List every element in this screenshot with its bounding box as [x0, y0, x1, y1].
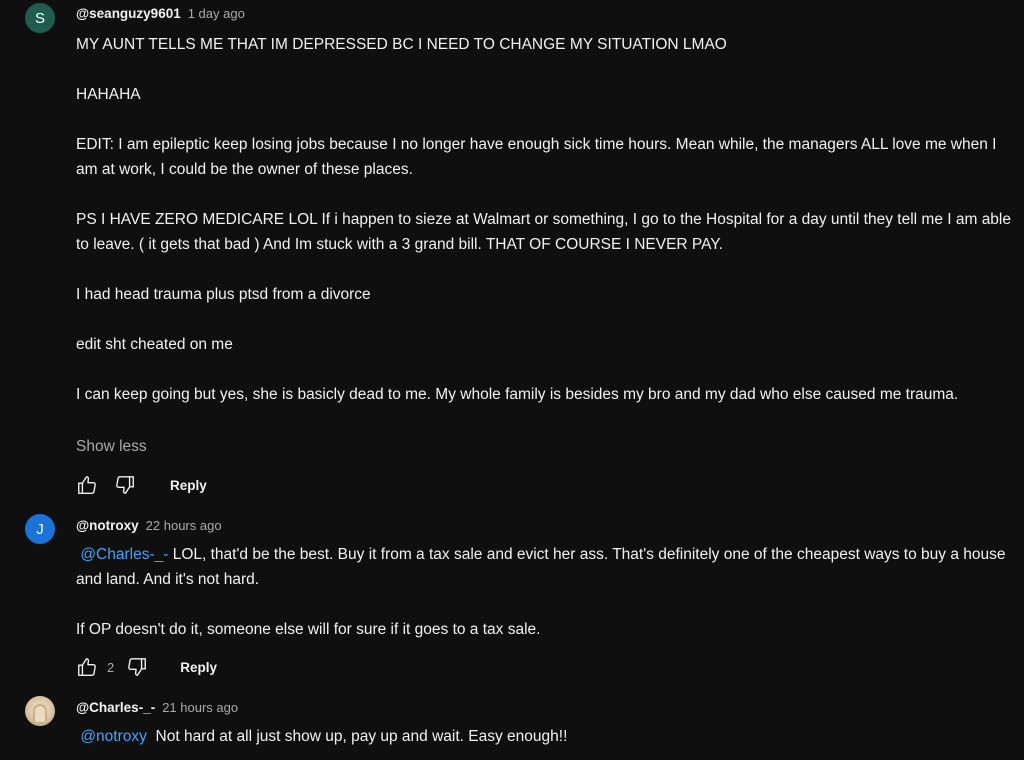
avatar-image — [33, 704, 47, 724]
avatar[interactable]: J — [25, 514, 55, 544]
avatar[interactable] — [25, 696, 55, 726]
mention-link[interactable]: @notroxy — [80, 728, 147, 745]
comment-paragraph: EDIT: I am epileptic keep losing jobs be… — [76, 136, 997, 178]
like-count: 2 — [107, 659, 115, 675]
comment-paragraph: HAHAHA — [76, 86, 141, 103]
show-less-button[interactable]: Show less — [76, 438, 147, 456]
thumbs-up-icon[interactable] — [74, 472, 100, 498]
timestamp[interactable]: 22 hours ago — [146, 518, 222, 533]
thumbs-down-icon[interactable] — [112, 472, 138, 498]
comment-paragraph: If OP doesn't do it, someone else will f… — [76, 621, 541, 638]
thumbs-up-icon[interactable] — [74, 654, 100, 680]
timestamp[interactable]: 1 day ago — [188, 6, 245, 21]
mention-link[interactable]: @Charles-_- — [80, 546, 168, 563]
reply-button[interactable]: Reply — [180, 660, 217, 675]
author-name[interactable]: @notroxy — [76, 518, 139, 533]
comment-text: @Charles-_- LOL, that'd be the best. Buy… — [76, 542, 1011, 642]
comment-paragraph: I had head trauma plus ptsd from a divor… — [76, 286, 371, 303]
comment-paragraph-text: Not hard at all just show up, pay up and… — [155, 728, 568, 745]
timestamp[interactable]: 21 hours ago — [162, 700, 238, 715]
comment-paragraph: @Charles-_- LOL, that'd be the best. Buy… — [76, 542, 1011, 592]
author-name[interactable]: @Charles-_- — [76, 700, 155, 715]
comment-paragraph-text: LOL, that'd be the best. Buy it from a t… — [76, 546, 1006, 588]
comment-text: MY AUNT TELLS ME THAT IM DEPRESSED BC I … — [76, 32, 1011, 407]
comment-paragraph: MY AUNT TELLS ME THAT IM DEPRESSED BC I … — [76, 36, 727, 53]
comment-actions: 2 Reply — [74, 654, 217, 680]
comment-header: @seanguzy9601 1 day ago — [76, 6, 245, 21]
comment-text: @notroxy Not hard at all just show up, p… — [76, 724, 1011, 749]
avatar[interactable]: S — [25, 3, 55, 33]
reply-button[interactable]: Reply — [170, 478, 207, 493]
comment-paragraph: I can keep going but yes, she is basicly… — [76, 386, 959, 403]
comment-paragraph: @notroxy Not hard at all just show up, p… — [76, 724, 1011, 749]
comment-actions: Reply — [74, 472, 207, 498]
comment-paragraph: PS I HAVE ZERO MEDICARE LOL If i happen … — [76, 211, 1011, 253]
comment-header: @Charles-_- 21 hours ago — [76, 700, 238, 715]
comment-header: @notroxy 22 hours ago — [76, 518, 222, 533]
thumbs-down-icon[interactable] — [124, 654, 150, 680]
avatar-letter: S — [34, 9, 45, 27]
comment-paragraph: edit sht cheated on me — [76, 336, 233, 353]
avatar-letter: J — [36, 520, 44, 538]
author-name[interactable]: @seanguzy9601 — [76, 6, 181, 21]
